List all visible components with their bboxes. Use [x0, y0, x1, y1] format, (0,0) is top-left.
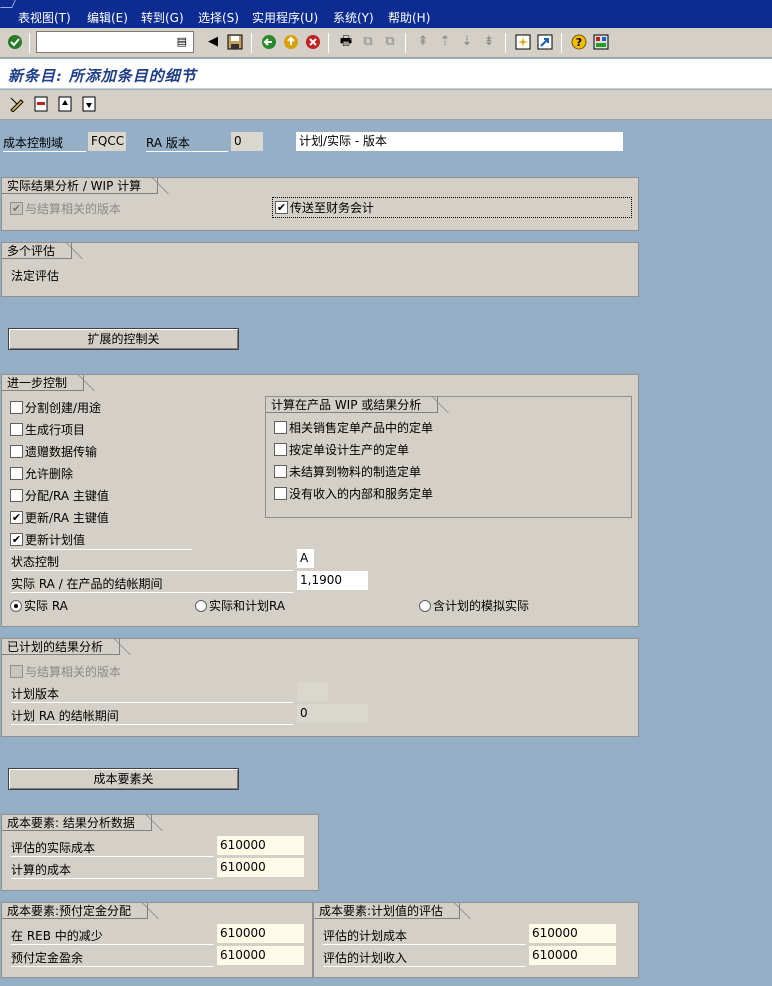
group-title: 成本要素:计划值的评估: [314, 903, 461, 919]
cost-ctrl-area-label: 成本控制域: [3, 134, 86, 152]
transfer-fi-checkbox[interactable]: ✔ 传送至财务会计: [272, 197, 632, 218]
ra-version-label: RA 版本: [146, 134, 228, 152]
update-plan-values-checkbox[interactable]: ✔ 更新计划值: [10, 531, 192, 550]
group-title: 实际结果分析 / WIP 计算: [2, 178, 159, 194]
ce-actual-cost-field[interactable]: 610000: [217, 836, 304, 855]
related-version-checkbox[interactable]: ✔ 与结算相关的版本: [10, 200, 121, 217]
plan-period-label: 计划 RA 的结帐期间: [11, 707, 293, 725]
wip-internal-order-checkbox[interactable]: 没有收入的内部和服务定单: [274, 485, 433, 502]
group-title: 计算在产品 WIP 或结果分析: [266, 397, 439, 413]
version-description-field: 计划/实际 - 版本: [296, 132, 623, 151]
split-creation-checkbox[interactable]: 分割创建/用途: [10, 399, 101, 416]
customize-layout-icon[interactable]: [592, 33, 610, 51]
page-title: 新条目: 所添加条目的细节: [8, 67, 197, 85]
first-page-icon[interactable]: ⇞: [414, 33, 432, 51]
ce-ra-data-group: 成本要素: 结果分析数据 评估的实际成本 610000 计算的成本 610000: [1, 814, 319, 891]
group-title: 成本要素:预付定金分配: [2, 903, 149, 919]
back-icon[interactable]: [260, 33, 278, 51]
actual-plan-ra-radio[interactable]: 实际和计划RA: [195, 597, 285, 614]
ce-reb-reduction-label: 在 REB 中的减少: [11, 927, 214, 945]
group-title: 已计划的结果分析: [2, 639, 121, 655]
group-title: 进一步控制: [2, 375, 85, 391]
ce-calc-cost-label: 计算的成本: [11, 861, 214, 879]
menu-edit[interactable]: 编辑(E): [87, 11, 128, 25]
group-title: 成本要素: 结果分析数据: [2, 815, 152, 831]
plan-version-field[interactable]: [297, 682, 328, 701]
application-toolbar: [0, 90, 772, 120]
exit-icon[interactable]: [282, 33, 300, 51]
menu-utilities[interactable]: 实用程序(U): [252, 11, 318, 25]
ce-reb-reduction-field[interactable]: 610000: [217, 924, 304, 943]
ce-prepayment-group: 成本要素:预付定金分配 在 REB 中的减少 610000 预付定金盈余 610…: [1, 902, 313, 978]
menu-system[interactable]: 系统(Y): [333, 11, 374, 25]
wip-engineer-to-order-checkbox[interactable]: 按定单设计生产的定单: [274, 441, 409, 458]
ce-plan-cost-label: 评估的计划成本: [323, 927, 526, 945]
command-history-icon[interactable]: ▤: [177, 35, 187, 48]
further-controls-group: 进一步控制 分割创建/用途 生成行项目 遗赠数据传输 允许删除 分配/RA 主键…: [1, 374, 639, 627]
help-icon[interactable]: ?: [570, 33, 588, 51]
print-icon[interactable]: 🖶: [337, 33, 355, 51]
ce-plan-revenue-field[interactable]: 610000: [529, 946, 616, 965]
shortcut-icon[interactable]: [536, 33, 554, 51]
command-field[interactable]: ▤: [36, 31, 194, 53]
svg-text:?: ?: [576, 36, 582, 49]
menu-goto[interactable]: 转到(G): [141, 11, 184, 25]
extended-controls-button[interactable]: 扩展的控制关: [8, 328, 239, 350]
plan-version-label: 计划版本: [11, 685, 293, 703]
menu-selection[interactable]: 选择(S): [198, 11, 239, 25]
display-change-icon[interactable]: [8, 95, 26, 113]
enter-check-icon[interactable]: [6, 33, 24, 51]
cost-elements-button[interactable]: 成本要素关: [8, 768, 239, 790]
period-field[interactable]: 1,1900: [297, 571, 368, 590]
window-corner-icon: [0, 0, 16, 8]
back-arrow-icon[interactable]: ◀: [204, 33, 222, 51]
status-control-label: 状态控制: [11, 553, 293, 571]
plan-period-field[interactable]: 0: [297, 704, 368, 723]
ce-plan-revenue-label: 评估的计划收入: [323, 949, 526, 967]
ce-plan-cost-field[interactable]: 610000: [529, 924, 616, 943]
ra-version-field[interactable]: 0: [231, 132, 263, 151]
last-page-icon[interactable]: ⇟: [480, 33, 498, 51]
multiple-valuation-group: 多个评估 法定评估: [1, 242, 639, 297]
find-icon[interactable]: ⧉: [359, 33, 377, 51]
actual-ra-group: 实际结果分析 / WIP 计算 ✔ 与结算相关的版本 ✔ 传送至财务会计: [1, 177, 639, 231]
next-entry-icon[interactable]: [80, 95, 98, 113]
next-page-icon[interactable]: ⇣: [458, 33, 476, 51]
period-label: 实际 RA / 在产品的结帐期间: [11, 575, 293, 593]
wip-group: 计算在产品 WIP 或结果分析 相关销售定单产品中的定单 按定单设计生产的定单 …: [265, 396, 632, 518]
ce-plan-values-group: 成本要素:计划值的评估 评估的计划成本 610000 评估的计划收入 61000…: [313, 902, 639, 978]
create-session-icon[interactable]: [514, 33, 532, 51]
planned-ra-group: 已计划的结果分析 与结算相关的版本 计划版本 计划 RA 的结帐期间 0: [1, 638, 639, 737]
generate-line-items-checkbox[interactable]: 生成行项目: [10, 421, 85, 438]
previous-entry-icon[interactable]: [56, 95, 74, 113]
find-next-icon[interactable]: ⧉: [381, 33, 399, 51]
wip-production-order-checkbox[interactable]: 未结算到物料的制造定单: [274, 463, 421, 480]
legacy-data-transfer-checkbox[interactable]: 遗赠数据传输: [10, 443, 97, 460]
update-ra-key-checkbox[interactable]: ✔ 更新/RA 主键值: [10, 509, 109, 526]
cancel-icon[interactable]: [304, 33, 322, 51]
wip-sales-order-checkbox[interactable]: 相关销售定单产品中的定单: [274, 419, 433, 436]
previous-page-icon[interactable]: ⇡: [436, 33, 454, 51]
status-control-field[interactable]: A: [297, 549, 314, 568]
delete-entry-icon[interactable]: [32, 95, 50, 113]
menu-help[interactable]: 帮助(H): [388, 11, 430, 25]
menu-bar: 表视图(T) 编辑(E) 转到(G) 选择(S) 实用程序(U) 系统(Y) 帮…: [0, 0, 772, 28]
save-icon[interactable]: [226, 33, 244, 51]
menu-table-view[interactable]: 表视图(T): [18, 11, 71, 25]
actual-ra-radio[interactable]: 实际 RA: [10, 597, 68, 614]
group-title: 多个评估: [2, 243, 73, 259]
legal-valuation-label: 法定评估: [11, 269, 60, 283]
ce-actual-cost-label: 评估的实际成本: [11, 839, 214, 857]
ce-prepay-surplus-field[interactable]: 610000: [217, 946, 304, 965]
planned-related-version-checkbox[interactable]: 与结算相关的版本: [10, 663, 121, 680]
standard-toolbar: ▤ ◀ 🖶 ⧉ ⧉ ⇞ ⇡ ⇣ ⇟ ?: [0, 28, 772, 58]
assignment-ra-key-checkbox[interactable]: 分配/RA 主键值: [10, 487, 109, 504]
ce-calc-cost-field[interactable]: 610000: [217, 858, 304, 877]
title-bar: 新条目: 所添加条目的细节: [0, 59, 772, 89]
simulated-actual-radio[interactable]: 含计划的模拟实际: [419, 597, 529, 614]
allow-deletion-checkbox[interactable]: 允许删除: [10, 465, 73, 482]
cost-ctrl-area-field[interactable]: FQCC: [88, 132, 126, 151]
ce-prepay-surplus-label: 预付定金盈余: [11, 949, 214, 967]
